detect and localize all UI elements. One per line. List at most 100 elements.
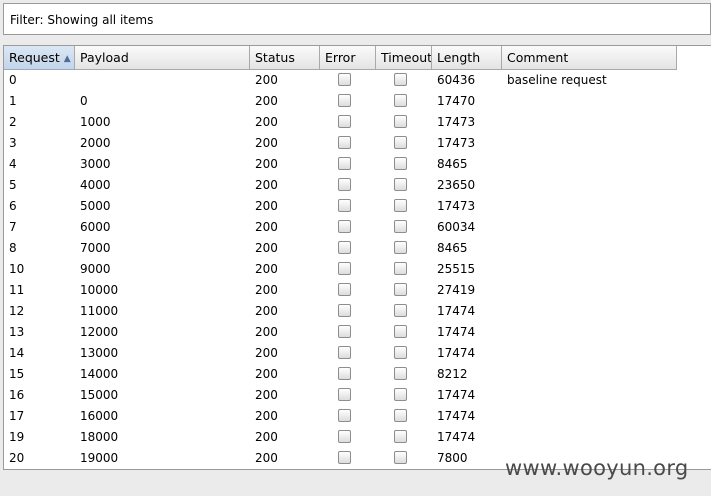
table-row[interactable]: 12 11000 200 17474 [4,301,677,322]
timeout-checkbox[interactable] [394,262,407,275]
cell-length: 17474 [437,304,476,318]
table-row[interactable]: 14 13000 200 17474 [4,343,677,364]
timeout-checkbox[interactable] [394,388,407,401]
timeout-checkbox[interactable] [394,367,407,380]
table-row[interactable]: 11 10000 200 27419 [4,280,677,301]
table-row[interactable]: 1 0 200 17470 [4,91,677,112]
timeout-checkbox[interactable] [394,283,407,296]
timeout-checkbox[interactable] [394,94,407,107]
error-checkbox[interactable] [338,451,351,464]
error-checkbox[interactable] [338,220,351,233]
timeout-checkbox[interactable] [394,157,407,170]
error-checkbox[interactable] [338,136,351,149]
cell-length: 7800 [437,451,468,465]
table-row[interactable]: 8 7000 200 8465 [4,238,677,259]
timeout-checkbox[interactable] [394,451,407,464]
cell-comment [502,196,677,217]
filter-bar[interactable]: Filter: Showing all items [3,3,711,35]
cell-length: 17473 [437,115,476,129]
cell-request: 11 [9,283,25,297]
cell-status: 200 [255,157,278,171]
timeout-checkbox[interactable] [394,178,407,191]
cell-payload: 10000 [80,283,119,297]
timeout-checkbox[interactable] [394,430,407,443]
cell-request: 20 [9,451,25,465]
cell-comment [502,259,677,280]
error-checkbox[interactable] [338,346,351,359]
column-header-comment[interactable]: Comment [502,46,677,70]
timeout-checkbox[interactable] [394,220,407,233]
timeout-checkbox[interactable] [394,199,407,212]
cell-payload: 11000 [80,304,119,318]
table-row[interactable]: 5 4000 200 23650 [4,175,677,196]
table-row[interactable]: 13 12000 200 17474 [4,322,677,343]
error-checkbox[interactable] [338,178,351,191]
timeout-checkbox[interactable] [394,241,407,254]
cell-payload: 7000 [80,241,111,255]
cell-payload: 19000 [80,451,119,465]
cell-payload [75,70,250,91]
error-checkbox[interactable] [338,325,351,338]
timeout-checkbox[interactable] [394,115,407,128]
timeout-checkbox[interactable] [394,325,407,338]
table-row[interactable]: 3 2000 200 17473 [4,133,677,154]
cell-length: 8465 [437,241,468,255]
cell-payload: 4000 [80,178,111,192]
table-row[interactable]: 15 14000 200 8212 [4,364,677,385]
table-row[interactable]: 7 6000 200 60034 [4,217,677,238]
error-checkbox[interactable] [338,241,351,254]
table-row[interactable]: 6 5000 200 17473 [4,196,677,217]
cell-request: 14 [9,346,25,360]
cell-length: 17474 [437,388,476,402]
table-row[interactable]: 0 200 60436 baseline request [4,70,677,91]
cell-request: 10 [9,262,25,276]
cell-request: 7 [9,220,17,234]
cell-comment [502,217,677,238]
error-checkbox[interactable] [338,94,351,107]
column-header-timeout[interactable]: Timeout [376,46,432,70]
cell-length: 27419 [437,283,476,297]
cell-length: 17474 [437,325,476,339]
table-row[interactable]: 17 16000 200 17474 [4,406,677,427]
table-row[interactable]: 2 1000 200 17473 [4,112,677,133]
error-checkbox[interactable] [338,283,351,296]
table-row[interactable]: 4 3000 200 8465 [4,154,677,175]
error-checkbox[interactable] [338,115,351,128]
timeout-checkbox[interactable] [394,136,407,149]
error-checkbox[interactable] [338,388,351,401]
column-header-status[interactable]: Status [250,46,320,70]
table-row[interactable]: 10 9000 200 25515 [4,259,677,280]
column-header-length[interactable]: Length [432,46,502,70]
results-table[interactable]: Request ▲ Payload Status Error Timeout Le… [3,45,711,470]
cell-comment [502,175,677,196]
cell-status: 200 [255,304,278,318]
error-checkbox[interactable] [338,367,351,380]
cell-request: 4 [9,157,17,171]
error-checkbox[interactable] [338,262,351,275]
timeout-checkbox[interactable] [394,304,407,317]
cell-status: 200 [255,94,278,108]
cell-request: 13 [9,325,25,339]
cell-length: 8212 [437,367,468,381]
cell-status: 200 [255,178,278,192]
cell-length: 8465 [437,157,468,171]
table-row[interactable]: 16 15000 200 17474 [4,385,677,406]
cell-request: 8 [9,241,17,255]
table-header: Request ▲ Payload Status Error Timeout Le… [4,46,677,70]
column-header-payload[interactable]: Payload [75,46,250,70]
timeout-checkbox[interactable] [394,409,407,422]
error-checkbox[interactable] [338,73,351,86]
error-checkbox[interactable] [338,157,351,170]
error-checkbox[interactable] [338,409,351,422]
timeout-checkbox[interactable] [394,346,407,359]
error-checkbox[interactable] [338,304,351,317]
column-header-error[interactable]: Error [320,46,376,70]
cell-status: 200 [255,325,278,339]
table-row[interactable]: 19 18000 200 17474 [4,427,677,448]
cell-request: 6 [9,199,17,213]
error-checkbox[interactable] [338,199,351,212]
error-checkbox[interactable] [338,430,351,443]
timeout-checkbox[interactable] [394,73,407,86]
column-header-request[interactable]: Request ▲ [4,46,75,70]
cell-request: 16 [9,388,25,402]
